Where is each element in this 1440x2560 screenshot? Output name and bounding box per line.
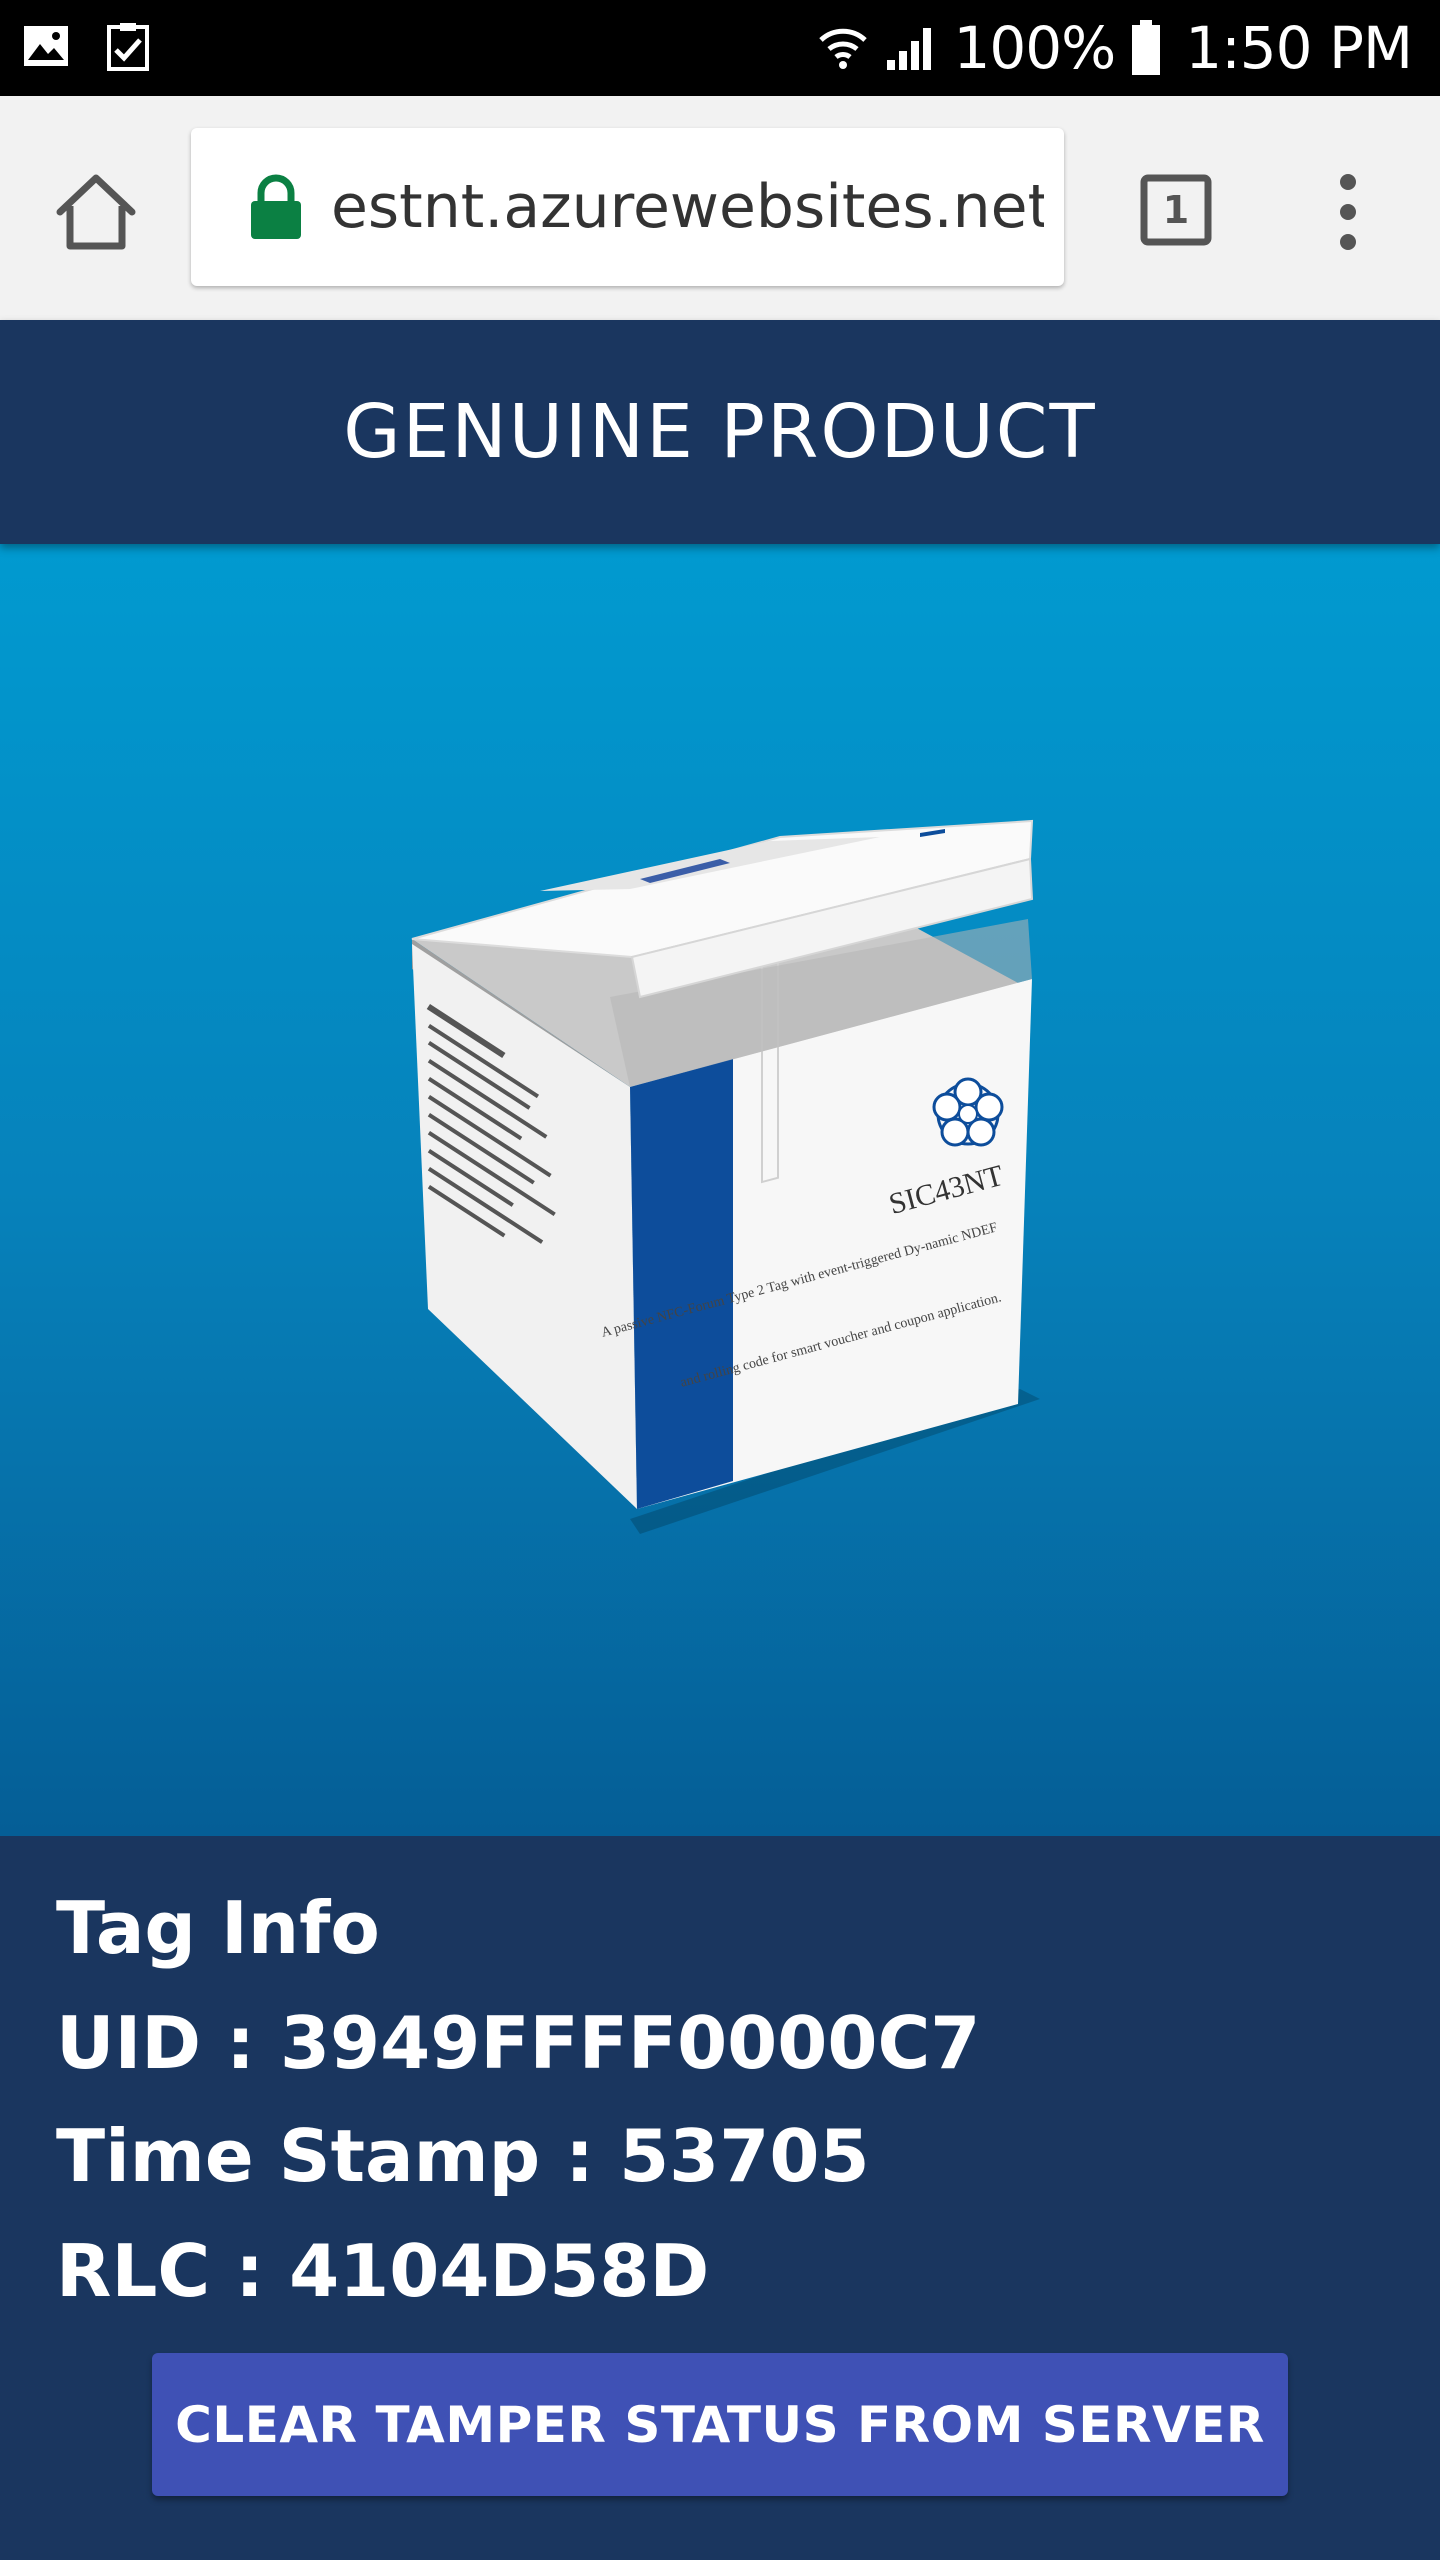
signal-icon: [887, 28, 932, 70]
rlc-value: RLC : 4104D58D: [56, 2229, 710, 2313]
home-icon[interactable]: [52, 168, 140, 256]
checklist-icon: [107, 23, 149, 71]
battery-percent: 100%: [953, 14, 1116, 82]
tab-count: 1: [1162, 188, 1190, 232]
tab-switcher-button[interactable]: 1: [1140, 174, 1212, 246]
page-title: GENUINE PRODUCT: [343, 389, 1097, 475]
page-header: GENUINE PRODUCT: [0, 320, 1440, 544]
clock: 1:50 PM: [1185, 14, 1413, 82]
url-bar[interactable]: estnt.azurewebsites.net/?: [191, 128, 1064, 286]
browser-toolbar: estnt.azurewebsites.net/? 1: [0, 96, 1440, 320]
battery-icon: [1132, 20, 1161, 75]
image-icon: [24, 26, 68, 66]
time-stamp-value: Time Stamp : 53705: [56, 2114, 870, 2198]
wifi-icon: [819, 28, 868, 69]
more-vert-icon[interactable]: [1320, 166, 1376, 258]
lock-icon: [251, 174, 301, 239]
status-bar: 100% 1:50 PM: [0, 0, 1440, 96]
product-hero: SIC43NT A passive NFC-Forum Type 2 Tag w…: [0, 544, 1440, 1836]
uid-value: UID : 3949FFFF0000C7: [56, 2001, 981, 2085]
tag-info-heading: Tag Info: [56, 1886, 380, 1970]
tag-info-panel: Tag Info UID : 3949FFFF0000C7 Time Stamp…: [0, 1836, 1440, 2560]
url-text: estnt.azurewebsites.net/?: [331, 172, 1044, 242]
product-box-image: SIC43NT A passive NFC-Forum Type 2 Tag w…: [411, 819, 1040, 1534]
clear-tamper-status-button[interactable]: CLEAR TAMPER STATUS FROM SERVER: [152, 2353, 1288, 2496]
